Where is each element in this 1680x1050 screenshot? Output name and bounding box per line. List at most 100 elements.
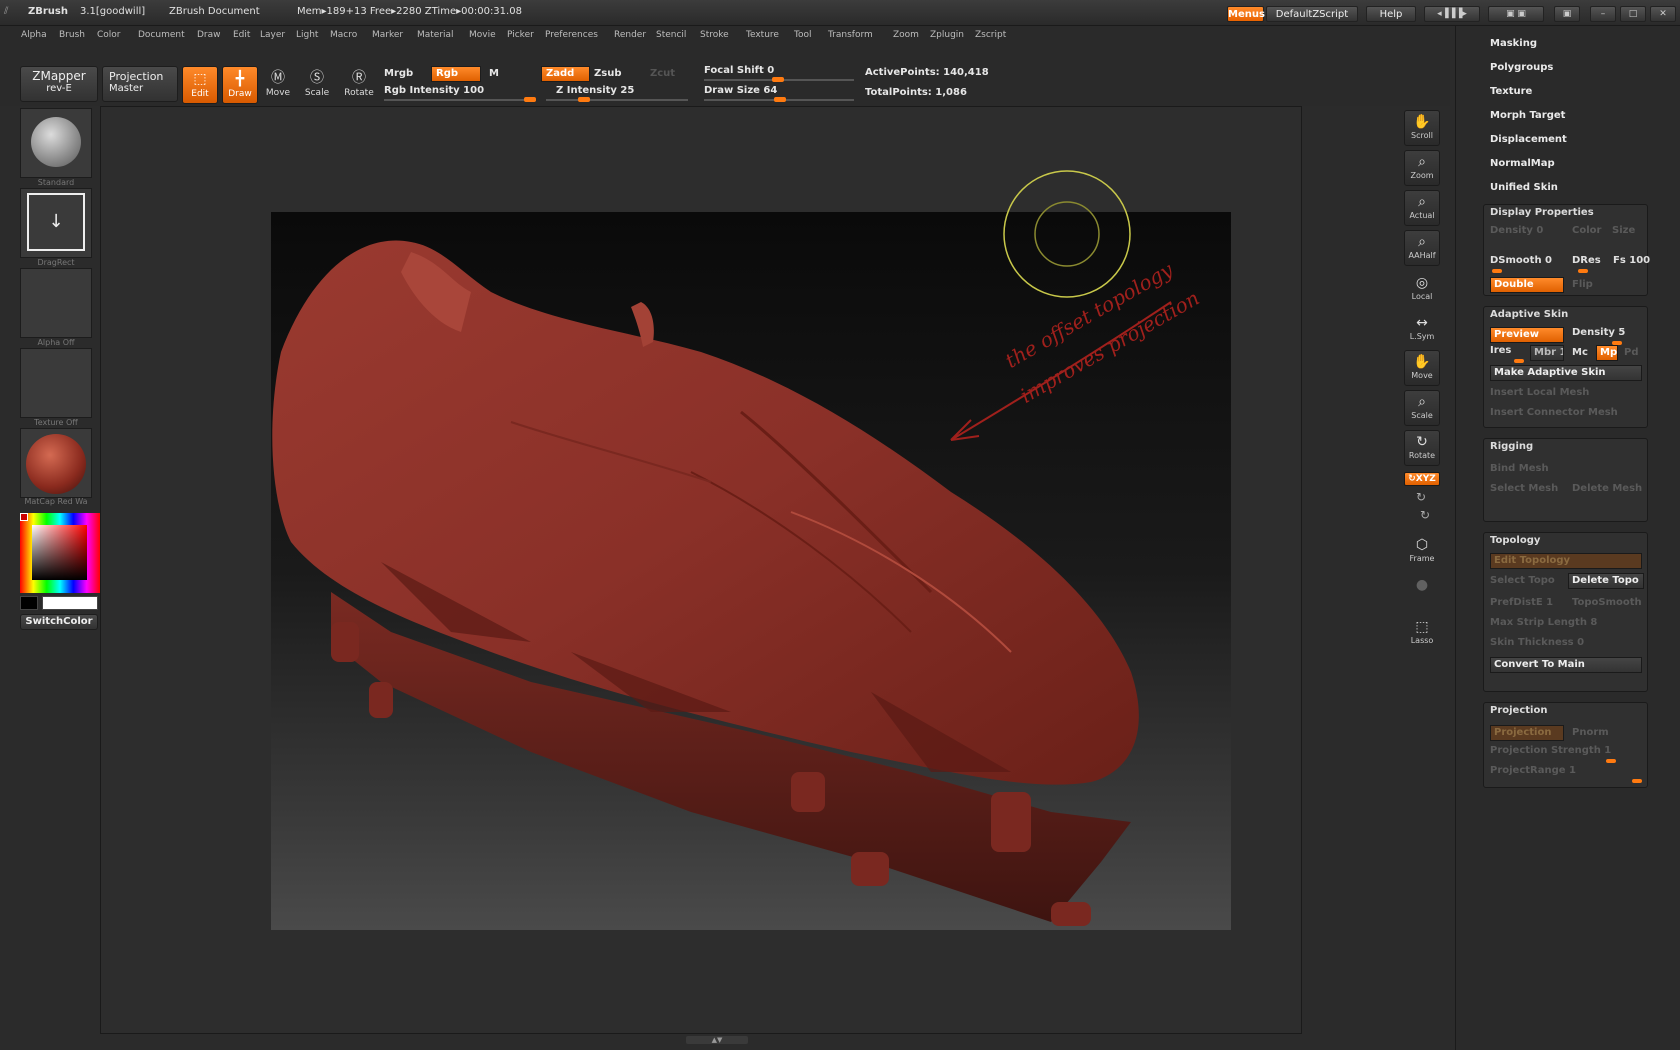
material-thumbnail[interactable]	[20, 428, 92, 498]
menu-preferences[interactable]: Preferences	[545, 30, 598, 40]
rotate-view-button[interactable]: ↻ Rotate	[1404, 430, 1440, 466]
brush-thumbnail[interactable]	[20, 108, 92, 178]
mc-toggle[interactable]: Mc	[1572, 347, 1588, 358]
saturation-square[interactable]	[32, 525, 87, 580]
menus-button[interactable]: Menus	[1227, 6, 1265, 22]
menu-stencil[interactable]: Stencil	[656, 30, 686, 40]
document-canvas[interactable]: the offset topology improves projection	[271, 170, 1231, 930]
toposmooth-slider[interactable]: TopoSmooth	[1572, 597, 1642, 608]
rgb-toggle[interactable]: Rgb	[431, 66, 481, 82]
project-range-knob[interactable]	[1632, 779, 1642, 783]
dres-slider[interactable]: DRes	[1572, 255, 1601, 266]
layout-arrows-icon[interactable]: ◂▐▐▐▸	[1424, 6, 1480, 22]
delete-topo-button[interactable]: Delete Topo	[1568, 573, 1644, 589]
draw-size-knob[interactable]	[774, 97, 786, 102]
z-intensity-knob[interactable]	[578, 97, 590, 102]
flip-toggle[interactable]: Flip	[1572, 279, 1593, 290]
display-properties-title[interactable]: Display Properties	[1490, 207, 1594, 218]
zoom-button[interactable]: ⌕ Zoom	[1404, 150, 1440, 186]
local-button[interactable]: ◎ Local	[1404, 272, 1440, 308]
rotate-y-icon[interactable]: ↻	[1416, 490, 1426, 504]
rgb-intensity-slider[interactable]	[384, 99, 536, 101]
minimize-icon[interactable]: –	[1590, 6, 1616, 22]
mp-toggle[interactable]: Mp	[1596, 345, 1618, 361]
menu-document[interactable]: Document	[138, 30, 185, 40]
pnorm-toggle[interactable]: Pnorm	[1572, 727, 1609, 738]
bind-mesh-button[interactable]: Bind Mesh	[1490, 463, 1549, 474]
scroll-button[interactable]: ✋ Scroll	[1404, 110, 1440, 146]
unified-skin-subpalette[interactable]: Unified Skin	[1490, 182, 1558, 193]
edit-topology-button[interactable]: Edit Topology	[1490, 553, 1642, 569]
close-icon[interactable]: ✕	[1650, 6, 1676, 22]
menu-draw[interactable]: Draw	[197, 30, 221, 40]
menu-light[interactable]: Light	[296, 30, 318, 40]
normalmap-subpalette[interactable]: NormalMap	[1490, 158, 1555, 169]
displacement-subpalette[interactable]: Displacement	[1490, 134, 1567, 145]
select-topo-button[interactable]: Select Topo	[1490, 575, 1555, 586]
scale-view-button[interactable]: ⌕ Scale	[1404, 390, 1440, 426]
preview-toggle[interactable]: Preview	[1490, 327, 1564, 343]
menu-render[interactable]: Render	[614, 30, 646, 40]
double-toggle[interactable]: Double	[1490, 277, 1564, 293]
scale-button[interactable]: Ⓢ Scale	[299, 66, 335, 104]
switch-color-button[interactable]: SwitchColor	[20, 614, 98, 630]
rgb-intensity-knob[interactable]	[524, 97, 536, 102]
rotate-button[interactable]: Ⓡ Rotate	[341, 66, 377, 104]
zsub-toggle[interactable]: Zsub	[594, 68, 621, 79]
menu-transform[interactable]: Transform	[828, 30, 873, 40]
skin-thickness-slider[interactable]: Skin Thickness 0	[1490, 637, 1584, 648]
z-intensity-slider[interactable]	[546, 99, 688, 101]
masking-subpalette[interactable]: Masking	[1490, 38, 1537, 49]
zcut-toggle[interactable]: Zcut	[650, 68, 675, 79]
fs-slider[interactable]: Fs 100	[1613, 255, 1650, 266]
bottom-tray-handle-icon[interactable]: ▲▼	[686, 1036, 748, 1044]
insert-connector-mesh-button[interactable]: Insert Connector Mesh	[1490, 407, 1618, 418]
menu-tool[interactable]: Tool	[794, 30, 811, 40]
projection-master-button[interactable]: Projection Master	[102, 66, 178, 102]
insert-local-mesh-button[interactable]: Insert Local Mesh	[1490, 387, 1589, 398]
menu-layer[interactable]: Layer	[260, 30, 285, 40]
delete-mesh-button[interactable]: Delete Mesh	[1572, 483, 1642, 494]
size-slider[interactable]: Size	[1612, 225, 1635, 236]
window-tiles-icon[interactable]: ▣ ▣	[1488, 6, 1544, 22]
aahalf-button[interactable]: ⌕ AAHalf	[1404, 230, 1440, 266]
make-adaptive-skin-button[interactable]: Make Adaptive Skin	[1490, 365, 1642, 381]
topology-title[interactable]: Topology	[1490, 535, 1540, 546]
projection-strength-slider[interactable]: Projection Strength 1	[1490, 745, 1611, 756]
adaptive-skin-title[interactable]: Adaptive Skin	[1490, 309, 1568, 320]
stroke-thumbnail[interactable]: ↓	[20, 188, 92, 258]
frame-button[interactable]: ⬡ Frame	[1404, 534, 1440, 570]
texture-thumbnail[interactable]	[20, 348, 92, 418]
polygroups-subpalette[interactable]: Polygroups	[1490, 62, 1553, 73]
mbr-slider[interactable]: Mbr 10	[1530, 345, 1564, 361]
menu-picker[interactable]: Picker	[507, 30, 534, 40]
menu-alpha[interactable]: Alpha	[21, 30, 47, 40]
main-color-swatch[interactable]	[42, 596, 98, 610]
lsym-button[interactable]: ↔ L.Sym	[1404, 312, 1440, 348]
move-view-button[interactable]: ✋ Move	[1404, 350, 1440, 386]
dres-knob[interactable]	[1578, 269, 1588, 273]
xyz-toggle[interactable]: ↻XYZ	[1404, 472, 1440, 486]
help-button[interactable]: Help	[1366, 6, 1416, 22]
zadd-toggle[interactable]: Zadd	[541, 66, 590, 82]
menu-zplugin[interactable]: Zplugin	[930, 30, 964, 40]
project-range-slider[interactable]: ProjectRange 1	[1490, 765, 1576, 776]
maximize-icon[interactable]: □	[1620, 6, 1646, 22]
actual-button[interactable]: ⌕ Actual	[1404, 190, 1440, 226]
move-button[interactable]: Ⓜ Move	[260, 66, 296, 104]
menu-material[interactable]: Material	[417, 30, 454, 40]
color-picker[interactable]	[20, 513, 100, 593]
m-toggle[interactable]: M	[489, 68, 499, 79]
ires-knob[interactable]	[1514, 359, 1524, 363]
texture-subpalette[interactable]: Texture	[1490, 86, 1532, 97]
menu-movie[interactable]: Movie	[469, 30, 496, 40]
default-zscript-button[interactable]: DefaultZScript	[1266, 6, 1358, 22]
menu-stroke[interactable]: Stroke	[700, 30, 729, 40]
morph-target-subpalette[interactable]: Morph Target	[1490, 110, 1565, 121]
dsmooth-knob[interactable]	[1492, 269, 1502, 273]
adaptive-density-slider[interactable]: Density 5	[1572, 327, 1625, 338]
focal-shift-knob[interactable]	[772, 77, 784, 82]
lasso-button[interactable]: ⬚ Lasso	[1404, 616, 1440, 652]
ires-slider[interactable]: Ires	[1490, 345, 1511, 356]
rigging-title[interactable]: Rigging	[1490, 441, 1533, 452]
